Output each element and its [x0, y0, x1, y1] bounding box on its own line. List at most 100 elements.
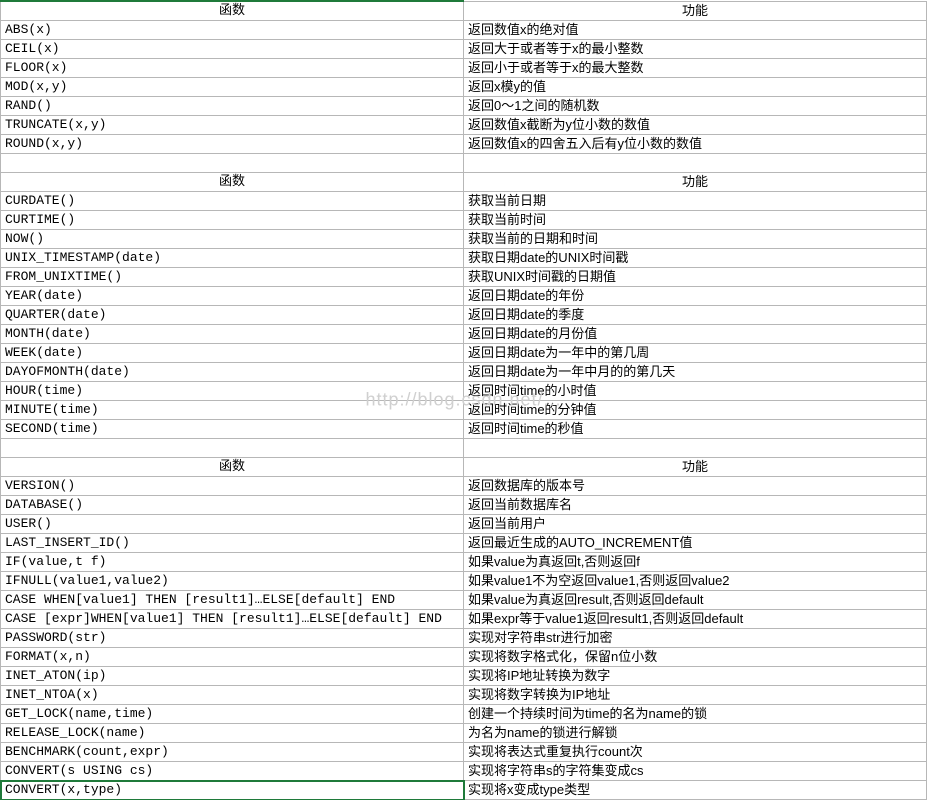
table-row: RELEASE_LOCK(name)为名为name的锁进行解锁 [1, 724, 927, 743]
function-cell[interactable]: UNIX_TIMESTAMP(date) [1, 249, 464, 268]
description-cell[interactable]: 实现将数字格式化，保留n位小数 [464, 648, 927, 667]
description-cell[interactable]: 获取当前时间 [464, 211, 927, 230]
function-cell[interactable]: VERSION() [1, 477, 464, 496]
function-cell[interactable]: SECOND(time) [1, 420, 464, 439]
function-cell[interactable]: DATABASE() [1, 496, 464, 515]
table-row: MINUTE(time)返回时间time的分钟值 [1, 401, 927, 420]
function-cell[interactable]: MOD(x,y) [1, 78, 464, 97]
description-cell[interactable]: 获取UNIX时间戳的日期值 [464, 268, 927, 287]
blank-row [1, 439, 927, 458]
header-description: 功能 [464, 458, 927, 477]
table-row: CASE WHEN[value1] THEN [result1]…ELSE[de… [1, 591, 927, 610]
function-cell[interactable]: CONVERT(s USING cs) [1, 762, 464, 781]
description-cell[interactable]: 如果expr等于value1返回result1,否则返回default [464, 610, 927, 629]
function-cell[interactable]: USER() [1, 515, 464, 534]
function-cell[interactable]: LAST_INSERT_ID() [1, 534, 464, 553]
description-cell[interactable]: 返回时间time的小时值 [464, 382, 927, 401]
description-cell[interactable]: 返回日期date为一年中月的的第几天 [464, 363, 927, 382]
function-cell[interactable]: MINUTE(time) [1, 401, 464, 420]
function-cell[interactable]: RAND() [1, 97, 464, 116]
table-row: CEIL(x)返回大于或者等于x的最小整数 [1, 40, 927, 59]
description-cell[interactable]: 获取当前的日期和时间 [464, 230, 927, 249]
table-row: INET_ATON(ip)实现将IP地址转换为数字 [1, 667, 927, 686]
blank-row [1, 154, 927, 173]
table-row: CONVERT(s USING cs)实现将字符串s的字符集变成cs [1, 762, 927, 781]
description-cell[interactable]: 返回当前用户 [464, 515, 927, 534]
function-cell[interactable]: INET_NTOA(x) [1, 686, 464, 705]
function-cell[interactable]: IF(value,t f) [1, 553, 464, 572]
description-cell[interactable]: 实现将IP地址转换为数字 [464, 667, 927, 686]
description-cell[interactable]: 返回时间time的分钟值 [464, 401, 927, 420]
description-cell[interactable]: 创建一个持续时间为time的名为name的锁 [464, 705, 927, 724]
table-row: HOUR(time)返回时间time的小时值 [1, 382, 927, 401]
section-header: 函数功能 [1, 1, 927, 21]
function-cell[interactable]: ABS(x) [1, 21, 464, 40]
header-function: 函数 [1, 458, 464, 477]
section-header: 函数功能 [1, 458, 927, 477]
description-cell[interactable]: 返回日期date的年份 [464, 287, 927, 306]
description-cell[interactable]: 为名为name的锁进行解锁 [464, 724, 927, 743]
description-cell[interactable]: 返回时间time的秒值 [464, 420, 927, 439]
function-cell[interactable]: MONTH(date) [1, 325, 464, 344]
description-cell[interactable]: 返回0～1之间的随机数 [464, 97, 927, 116]
description-cell[interactable]: 实现对字符串str进行加密 [464, 629, 927, 648]
table-row: ABS(x)返回数值x的绝对值 [1, 21, 927, 40]
function-cell[interactable]: HOUR(time) [1, 382, 464, 401]
table-row: LAST_INSERT_ID()返回最近生成的AUTO_INCREMENT值 [1, 534, 927, 553]
description-cell[interactable]: 如果value1不为空返回value1,否则返回value2 [464, 572, 927, 591]
function-cell[interactable]: WEEK(date) [1, 344, 464, 363]
table-row: QUARTER(date)返回日期date的季度 [1, 306, 927, 325]
function-cell[interactable]: PASSWORD(str) [1, 629, 464, 648]
description-cell[interactable]: 如果value为真返回t,否则返回f [464, 553, 927, 572]
function-cell[interactable]: CURTIME() [1, 211, 464, 230]
function-cell[interactable]: CONVERT(x,type) [1, 781, 464, 800]
description-cell[interactable]: 实现将数字转换为IP地址 [464, 686, 927, 705]
function-cell[interactable]: CURDATE() [1, 192, 464, 211]
table-row: INET_NTOA(x)实现将数字转换为IP地址 [1, 686, 927, 705]
function-cell[interactable]: FLOOR(x) [1, 59, 464, 78]
function-cell[interactable]: FROM_UNIXTIME() [1, 268, 464, 287]
description-cell[interactable]: 返回数值x截断为y位小数的数值 [464, 116, 927, 135]
description-cell[interactable]: 返回大于或者等于x的最小整数 [464, 40, 927, 59]
function-cell[interactable]: CASE WHEN[value1] THEN [result1]…ELSE[de… [1, 591, 464, 610]
header-description: 功能 [464, 1, 927, 21]
table-row: CASE [expr]WHEN[value1] THEN [result1]…E… [1, 610, 927, 629]
function-cell[interactable]: CEIL(x) [1, 40, 464, 59]
description-cell[interactable]: 获取日期date的UNIX时间戳 [464, 249, 927, 268]
function-cell[interactable]: ROUND(x,y) [1, 135, 464, 154]
description-cell[interactable]: 返回数值x的绝对值 [464, 21, 927, 40]
function-cell[interactable]: INET_ATON(ip) [1, 667, 464, 686]
table-row: ROUND(x,y)返回数值x的四舍五入后有y位小数的数值 [1, 135, 927, 154]
description-cell[interactable]: 返回数值x的四舍五入后有y位小数的数值 [464, 135, 927, 154]
function-cell[interactable]: IFNULL(value1,value2) [1, 572, 464, 591]
function-cell[interactable]: BENCHMARK(count,expr) [1, 743, 464, 762]
description-cell[interactable]: 返回当前数据库名 [464, 496, 927, 515]
description-cell[interactable]: 返回日期date为一年中的第几周 [464, 344, 927, 363]
description-cell[interactable]: 返回最近生成的AUTO_INCREMENT值 [464, 534, 927, 553]
description-cell[interactable]: 获取当前日期 [464, 192, 927, 211]
table-row: YEAR(date)返回日期date的年份 [1, 287, 927, 306]
description-cell[interactable]: 如果value为真返回result,否则返回default [464, 591, 927, 610]
description-cell[interactable]: 实现将x变成type类型 [464, 781, 927, 800]
function-table: 函数功能ABS(x)返回数值x的绝对值CEIL(x)返回大于或者等于x的最小整数… [0, 0, 927, 800]
function-cell[interactable]: TRUNCATE(x,y) [1, 116, 464, 135]
function-cell[interactable]: YEAR(date) [1, 287, 464, 306]
table-row: MONTH(date)返回日期date的月份值 [1, 325, 927, 344]
description-cell[interactable]: 实现将字符串s的字符集变成cs [464, 762, 927, 781]
table-row: SECOND(time)返回时间time的秒值 [1, 420, 927, 439]
description-cell[interactable]: 返回x模y的值 [464, 78, 927, 97]
description-cell[interactable]: 实现将表达式重复执行count次 [464, 743, 927, 762]
description-cell[interactable]: 返回日期date的月份值 [464, 325, 927, 344]
description-cell[interactable]: 返回数据库的版本号 [464, 477, 927, 496]
function-cell[interactable]: QUARTER(date) [1, 306, 464, 325]
function-cell[interactable]: NOW() [1, 230, 464, 249]
function-cell[interactable]: GET_LOCK(name,time) [1, 705, 464, 724]
function-cell[interactable]: DAYOFMONTH(date) [1, 363, 464, 382]
function-cell[interactable]: FORMAT(x,n) [1, 648, 464, 667]
table-row: FLOOR(x)返回小于或者等于x的最大整数 [1, 59, 927, 78]
function-cell[interactable]: RELEASE_LOCK(name) [1, 724, 464, 743]
description-cell[interactable]: 返回小于或者等于x的最大整数 [464, 59, 927, 78]
function-cell[interactable]: CASE [expr]WHEN[value1] THEN [result1]…E… [1, 610, 464, 629]
table-row: CONVERT(x,type)实现将x变成type类型 [1, 781, 927, 800]
description-cell[interactable]: 返回日期date的季度 [464, 306, 927, 325]
